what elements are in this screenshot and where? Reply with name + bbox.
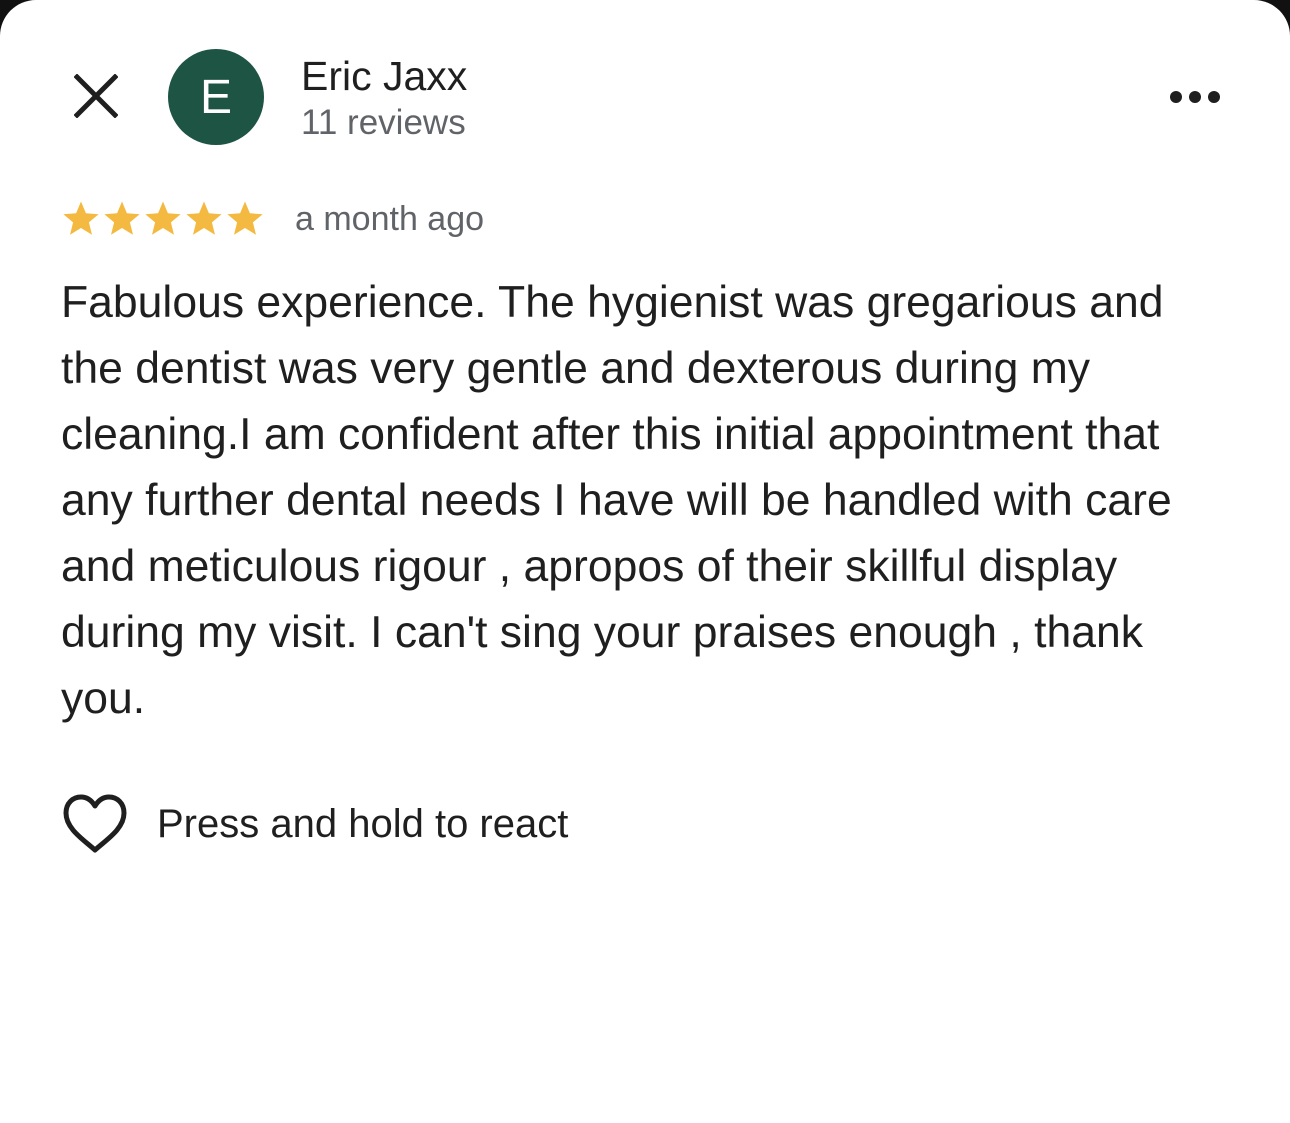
review-count: 11 reviews <box>301 103 466 142</box>
star-icon <box>227 201 263 235</box>
heart-outline-icon <box>63 794 127 853</box>
star-icon <box>145 201 181 235</box>
reviewer-name[interactable]: Eric Jaxx <box>301 52 467 100</box>
star-icon <box>63 201 99 235</box>
close-icon <box>74 74 118 118</box>
review-time: a month ago <box>295 200 485 238</box>
review-text: Fabulous experience. The hygienist was g… <box>61 278 1172 723</box>
react-label: Press and hold to react <box>157 802 569 846</box>
review-sheet: E Eric Jaxx 11 reviews a month ago Fabul… <box>0 0 1290 1123</box>
close-button[interactable] <box>64 64 128 128</box>
react-button[interactable]: Press and hold to react <box>62 790 568 858</box>
avatar[interactable]: E <box>168 49 264 145</box>
more-horizontal-icon <box>1170 91 1220 103</box>
more-options-button[interactable] <box>1160 72 1230 122</box>
avatar-initial: E <box>199 70 232 124</box>
star-rating <box>62 200 264 238</box>
star-icon <box>104 201 140 235</box>
star-icon <box>186 201 222 235</box>
